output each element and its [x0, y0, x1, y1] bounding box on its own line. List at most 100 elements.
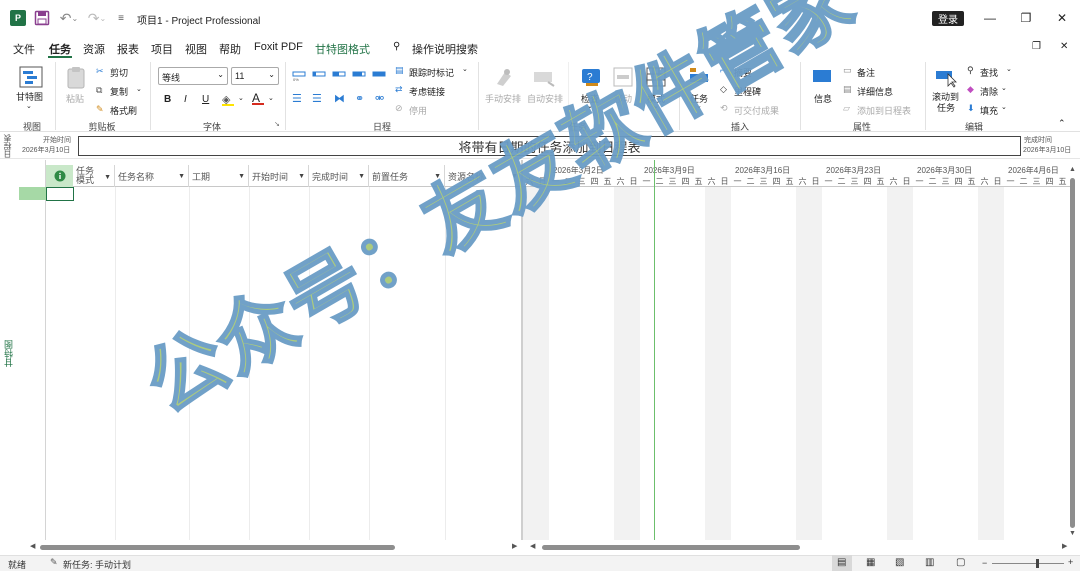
underline-button[interactable]: U — [202, 94, 209, 105]
chevron-down-icon[interactable]: ▼ — [358, 173, 365, 180]
chevron-down-icon[interactable]: ⌄ — [1001, 103, 1007, 111]
fill-button[interactable]: 填充 — [980, 104, 998, 117]
add-to-timeline-button[interactable]: 添加到日程表 — [857, 104, 911, 117]
gantt-chart-icon[interactable] — [19, 66, 43, 88]
mode-icon[interactable] — [645, 66, 667, 88]
dialog-launcher-icon[interactable]: ↘ — [274, 120, 280, 128]
summary-button[interactable]: 摘要 — [734, 66, 752, 79]
format-painter-icon[interactable]: ✎ — [96, 104, 104, 115]
zoom-slider[interactable] — [992, 563, 1064, 564]
chevron-down-icon[interactable]: ▼ — [434, 173, 441, 180]
chevron-down-icon[interactable]: ▼ — [298, 173, 305, 180]
column-duration[interactable]: 工期 ▼ — [189, 165, 249, 187]
unlink-tasks-icon[interactable]: ⚮ — [375, 92, 384, 105]
chevron-down-icon[interactable]: ⌄ — [653, 102, 659, 110]
tab-foxit-pdf[interactable]: Foxit PDF — [254, 41, 303, 53]
chevron-down-icon[interactable]: ▼ — [238, 173, 245, 180]
vertical-scrollbar[interactable]: ▲ ▼ — [1068, 166, 1078, 538]
gantt-chart-area[interactable]: 2026年3月2日 2026年3月9日 2026年3月16日 2026年3月23日 20… — [523, 160, 1080, 540]
link-tasks-icon[interactable]: ⚭ — [355, 92, 364, 105]
highlight-color-icon[interactable]: ◈ — [222, 93, 234, 106]
manual-schedule-button[interactable]: 手动安排 — [485, 92, 521, 105]
manual-schedule-icon[interactable] — [493, 66, 515, 88]
tab-gantt-format[interactable]: 甘特图格式 — [315, 41, 370, 57]
mark-on-track-button[interactable]: 跟踪时标记 — [409, 66, 454, 79]
close-document-icon[interactable]: ✕ — [1060, 41, 1068, 52]
indent-icon[interactable]: ☰ — [312, 92, 322, 105]
tab-file[interactable]: 文件 — [13, 41, 35, 57]
respect-links-button[interactable]: 考虑链接 — [409, 85, 445, 98]
chevron-down-icon[interactable]: ⌄ — [238, 94, 244, 102]
zoom-slider-thumb[interactable] — [1036, 559, 1039, 568]
column-task-mode[interactable]: 任务模式 ▼ — [73, 165, 115, 187]
new-tasks-mode[interactable]: 新任务: 手动计划 — [63, 558, 131, 571]
customize-quick-access-icon[interactable]: ≡ — [114, 10, 128, 26]
cut-icon[interactable]: ✂ — [96, 66, 104, 77]
scroll-right-icon[interactable]: ▶ — [1062, 542, 1067, 550]
tab-resource[interactable]: 资源 — [83, 41, 105, 57]
team-planner-icon[interactable]: ▧ — [895, 557, 904, 568]
percent-25-icon[interactable] — [312, 70, 326, 82]
clear-icon[interactable]: ◆ — [967, 84, 974, 95]
tab-help[interactable]: 帮助 — [219, 41, 241, 57]
milestone-icon[interactable]: ◇ — [720, 84, 727, 95]
restore-button[interactable]: ❐ — [1011, 8, 1041, 28]
tab-view[interactable]: 视图 — [185, 41, 207, 57]
format-painter-button[interactable]: 格式刷 — [110, 104, 137, 117]
timeline-drop-area[interactable]: 将带有日期的任务添加到日程表 — [78, 136, 1021, 156]
column-start[interactable]: 开始时间 ▼ — [249, 165, 309, 187]
percent-75-icon[interactable] — [352, 70, 366, 82]
inspect-icon[interactable]: ? — [580, 66, 602, 88]
column-finish[interactable]: 完成时间 ▼ — [309, 165, 369, 187]
respect-links-icon[interactable]: ⇄ — [395, 84, 403, 95]
find-icon[interactable]: ⚲ — [967, 65, 974, 76]
scroll-to-task-icon[interactable] — [934, 66, 958, 88]
details-button[interactable]: 详细信息 — [857, 85, 893, 98]
tab-project[interactable]: 项目 — [151, 41, 173, 57]
chevron-down-icon[interactable]: ⌄ — [462, 65, 468, 73]
chevron-down-icon[interactable]: ⌄ — [1006, 65, 1012, 73]
gantt-scroll-thumb[interactable] — [542, 545, 800, 550]
chevron-down-icon[interactable]: ▼ — [104, 173, 111, 182]
information-button[interactable]: 信息 — [814, 92, 832, 105]
chevron-down-icon[interactable]: ⌄ — [696, 102, 702, 110]
chevron-down-icon[interactable]: ▼ — [178, 173, 185, 180]
indicators-column-header[interactable] — [46, 165, 73, 187]
sheet-scroll-thumb[interactable] — [40, 545, 395, 550]
scroll-up-icon[interactable]: ▲ — [1069, 166, 1076, 173]
chevron-down-icon[interactable]: ⌄ — [136, 85, 142, 93]
chevron-down-icon[interactable]: ⌄ — [587, 102, 593, 110]
notes-icon[interactable]: ▭ — [843, 65, 852, 76]
redo-icon[interactable]: ↷ ⌄ — [86, 10, 108, 26]
font-size-dropdown[interactable]: 11 ⌄ — [231, 67, 279, 85]
clear-button[interactable]: 清除 — [980, 85, 998, 98]
scroll-left-icon[interactable]: ◀ — [30, 542, 35, 550]
percent-100-icon[interactable] — [372, 70, 386, 82]
deliverable-icon[interactable]: ⟲ — [720, 103, 728, 114]
save-icon[interactable] — [34, 10, 50, 26]
details-icon[interactable]: ▤ — [843, 84, 852, 95]
information-icon[interactable] — [811, 66, 833, 86]
chevron-down-icon[interactable]: ⌄ — [268, 94, 274, 102]
zoom-in-icon[interactable]: + — [1068, 557, 1073, 567]
scroll-right-icon[interactable]: ▶ — [512, 542, 517, 550]
zoom-out-icon[interactable]: − — [982, 558, 987, 568]
search-icon[interactable]: ⚲ — [393, 41, 400, 52]
move-task-button[interactable]: 移动 — [614, 92, 632, 105]
tell-me-search[interactable]: 操作说明搜索 — [412, 41, 478, 57]
font-name-dropdown[interactable]: 等线 ⌄ — [158, 67, 228, 85]
column-task-name[interactable]: 任务名称 ▼ — [115, 165, 189, 187]
report-view-icon[interactable]: ▢ — [956, 557, 965, 568]
outdent-icon[interactable]: ☰ — [292, 92, 302, 105]
move-task-icon[interactable] — [612, 66, 634, 88]
split-task-icon[interactable]: ⧓ — [334, 92, 345, 105]
scroll-down-icon[interactable]: ▼ — [1069, 530, 1076, 537]
font-color-icon[interactable]: A — [252, 91, 264, 105]
auto-schedule-icon[interactable] — [532, 68, 556, 88]
column-resource-names[interactable]: 资源名称 ▼ — [445, 165, 522, 187]
close-button[interactable]: ✕ — [1047, 8, 1077, 28]
column-predecessors[interactable]: 前置任务 ▼ — [369, 165, 445, 187]
deliverable-button[interactable]: 可交付成果 — [734, 104, 779, 117]
paste-icon[interactable] — [66, 66, 86, 90]
gantt-view-icon[interactable]: ▤ — [837, 557, 846, 568]
